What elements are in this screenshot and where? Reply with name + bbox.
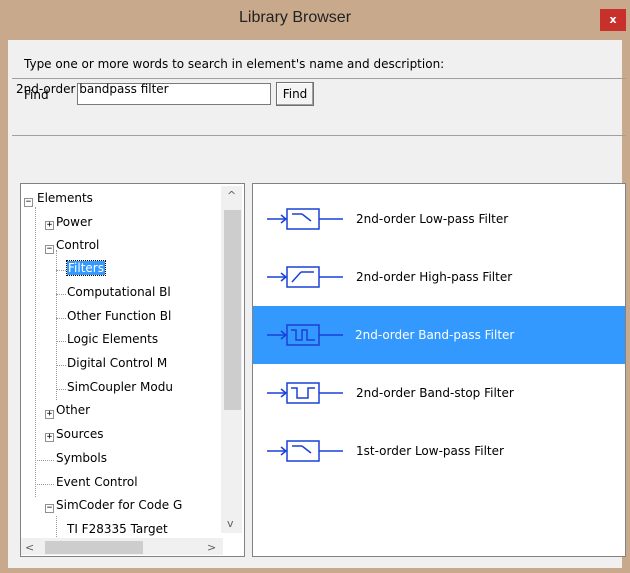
expand-icon[interactable]: + bbox=[45, 433, 54, 442]
lowpass-filter-icon bbox=[267, 208, 343, 230]
bandpass-filter-icon bbox=[267, 324, 343, 346]
list-item-label: 2nd-order High-pass Filter bbox=[356, 270, 513, 284]
tree-connector bbox=[56, 250, 57, 400]
list-item-label: 2nd-order Low-pass Filter bbox=[356, 212, 509, 226]
tree-item-ti-target[interactable]: TI F28335 Target bbox=[67, 522, 168, 536]
tree-item-elements[interactable]: Elements bbox=[37, 191, 93, 205]
tree-item-filters[interactable]: Filters bbox=[66, 260, 106, 276]
highpass-filter-icon bbox=[267, 266, 343, 288]
scroll-left-icon[interactable]: < bbox=[25, 542, 34, 553]
tree-item-other[interactable]: Other bbox=[56, 403, 90, 417]
list-item-lowpass-2nd[interactable]: 2nd-order Low-pass Filter bbox=[253, 190, 625, 248]
tree-item-other-function[interactable]: Other Function Bl bbox=[67, 309, 171, 323]
scroll-up-icon[interactable]: ^ bbox=[227, 190, 236, 201]
list-item-bandpass-2nd[interactable]: 2nd-order Band-pass Filter bbox=[253, 306, 625, 364]
tree-item-symbols[interactable]: Symbols bbox=[56, 451, 107, 465]
title-bar[interactable]: Library Browser x bbox=[0, 0, 630, 40]
tree-connector bbox=[35, 460, 54, 461]
tree-connector bbox=[56, 365, 66, 366]
tree-connector bbox=[35, 207, 36, 497]
list-item-lowpass-1st[interactable]: 1st-order Low-pass Filter bbox=[253, 422, 625, 480]
tree-connector bbox=[35, 484, 54, 485]
expand-icon[interactable]: + bbox=[45, 410, 54, 419]
tree-connector bbox=[56, 294, 66, 295]
collapse-icon[interactable]: − bbox=[45, 245, 54, 254]
library-tree[interactable]: − Elements + Power − Control Filters Com… bbox=[20, 183, 245, 557]
tree-item-computational[interactable]: Computational Bl bbox=[67, 285, 171, 299]
list-item-label: 1st-order Low-pass Filter bbox=[356, 444, 504, 458]
tree-item-sources[interactable]: Sources bbox=[56, 427, 103, 441]
description-text: 2nd-order bandpass filter bbox=[16, 82, 169, 96]
tree-item-event-control[interactable]: Event Control bbox=[56, 475, 138, 489]
tree-connector bbox=[56, 270, 66, 271]
tree-vertical-scroll-thumb[interactable] bbox=[224, 210, 241, 410]
scroll-down-icon[interactable]: v bbox=[227, 518, 234, 529]
list-item-label: 2nd-order Band-stop Filter bbox=[356, 386, 514, 400]
collapse-icon[interactable]: − bbox=[24, 198, 33, 207]
tree-item-control[interactable]: Control bbox=[56, 238, 99, 252]
list-item-highpass-2nd[interactable]: 2nd-order High-pass Filter bbox=[253, 248, 625, 306]
list-item-label: 2nd-order Band-pass Filter bbox=[355, 328, 515, 342]
tree-item-simcoupler[interactable]: SimCoupler Modu bbox=[67, 380, 173, 394]
scroll-right-icon[interactable]: > bbox=[207, 542, 216, 553]
bandstop-filter-icon bbox=[267, 382, 343, 404]
search-instructions: Type one or more words to search in elem… bbox=[24, 57, 445, 71]
collapse-icon[interactable]: − bbox=[45, 504, 54, 513]
expand-icon[interactable]: + bbox=[45, 221, 54, 230]
tree-connector bbox=[56, 341, 66, 342]
close-button[interactable]: x bbox=[600, 9, 626, 31]
tree-horizontal-scroll-thumb[interactable] bbox=[45, 541, 143, 554]
list-item-bandstop-2nd[interactable]: 2nd-order Band-stop Filter bbox=[253, 364, 625, 422]
tree-item-simcoder[interactable]: SimCoder for Code G bbox=[56, 498, 182, 512]
element-list[interactable]: 2nd-order Low-pass Filter 2nd-order High… bbox=[252, 183, 626, 557]
tree-item-filters-label: Filters bbox=[66, 260, 106, 276]
window-title: Library Browser bbox=[238, 9, 352, 26]
lowpass-filter-icon bbox=[267, 440, 343, 462]
tree-item-digital-control[interactable]: Digital Control M bbox=[67, 356, 167, 370]
tree-connector bbox=[56, 389, 66, 390]
tree-connector bbox=[56, 318, 66, 319]
tree-item-power[interactable]: Power bbox=[56, 215, 92, 229]
tree-item-logic[interactable]: Logic Elements bbox=[67, 332, 158, 346]
